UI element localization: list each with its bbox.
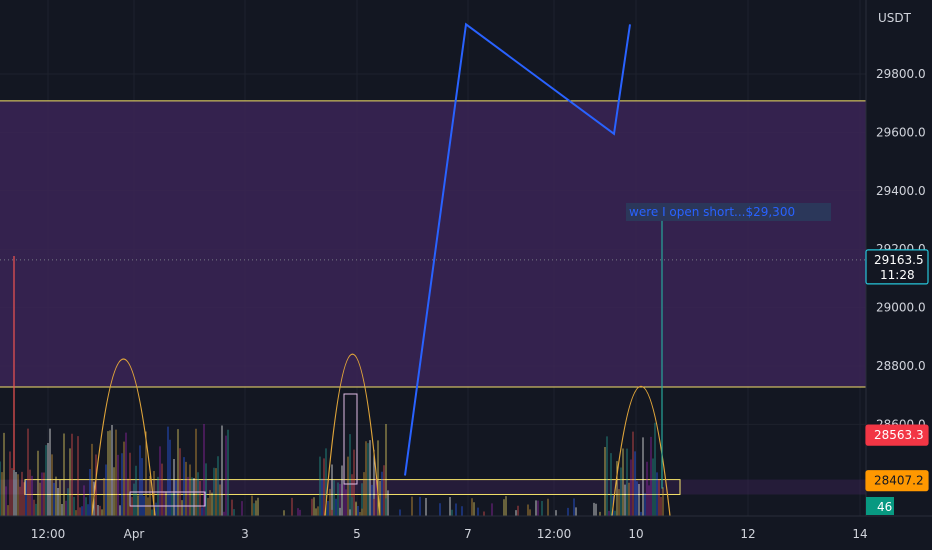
x-tick-label: 7 [464, 527, 472, 541]
y-tick-label: 28800.0 [876, 359, 926, 373]
annotation-text: were I open short...$29,300 [629, 205, 795, 219]
price-tag-time: 11:28 [880, 268, 915, 282]
x-tick-label: 12:00 [537, 527, 572, 541]
x-tick-label: 12:00 [31, 527, 66, 541]
x-tick-label: Apr [124, 527, 145, 541]
y-tick-label: 29400.0 [876, 184, 926, 198]
x-tick-label: 12 [740, 527, 755, 541]
x-tick-label: 5 [353, 527, 361, 541]
y-tick-label: 29000.0 [876, 301, 926, 315]
chart-canvas[interactable]: were I open short...$29,300USDT28600.028… [0, 0, 932, 550]
x-tick-label: 3 [241, 527, 249, 541]
zone-rect [0, 100, 866, 388]
price-tag-label: 28563.3 [874, 428, 924, 442]
price-tag-label: 28407.2 [874, 474, 924, 488]
y-tick-label: 29800.0 [876, 67, 926, 81]
x-tick-label: 14 [852, 527, 867, 541]
y-tick-label: 29600.0 [876, 125, 926, 139]
indicator-tag-label: 46 [877, 500, 892, 514]
price-chart[interactable]: were I open short...$29,300 USDT 28600.0 28… [0, 0, 932, 550]
x-tick-label: 10 [628, 527, 643, 541]
currency-label: USDT [878, 11, 912, 25]
price-tag-label: 29163.5 [874, 253, 924, 267]
